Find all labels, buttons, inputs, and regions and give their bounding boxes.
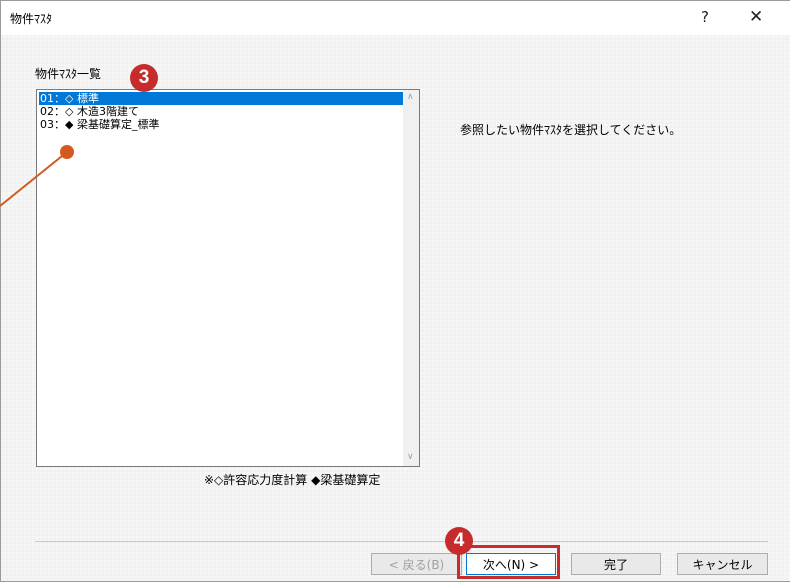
pointer-dot (60, 145, 74, 159)
step-4-badge: 4 (445, 527, 473, 555)
pointer-line (0, 151, 68, 207)
step-3-badge: 3 (130, 64, 158, 92)
